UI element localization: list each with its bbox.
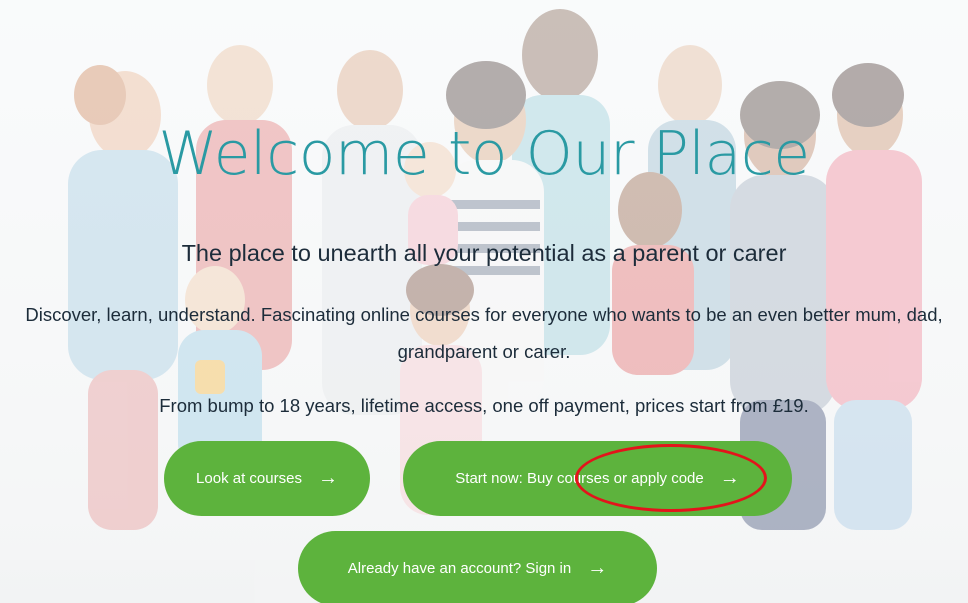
page-title: Welcome to Our Place xyxy=(158,119,810,189)
arrow-right-icon: → xyxy=(317,466,338,489)
start-now-button[interactable]: Start now: Buy courses or apply code → xyxy=(403,441,792,516)
look-at-courses-label: Look at courses xyxy=(196,470,302,487)
hero-subtitle: The place to unearth all your potential … xyxy=(181,240,787,266)
pricing-info: From bump to 18 years, lifetime access, … xyxy=(159,395,809,416)
look-at-courses-button[interactable]: Look at courses → xyxy=(164,441,370,516)
sign-in-label: Already have an account? Sign in xyxy=(347,560,572,577)
start-now-label: Start now: Buy courses or apply code xyxy=(455,470,704,487)
arrow-right-icon: → xyxy=(587,556,608,579)
hero-description: Discover, learn, understand. Fascinating… xyxy=(25,304,943,362)
sign-in-button[interactable]: Already have an account? Sign in → xyxy=(298,531,657,603)
arrow-right-icon: → xyxy=(719,466,740,489)
hero-banner: Welcome to Our Place The place to uneart… xyxy=(0,0,968,603)
